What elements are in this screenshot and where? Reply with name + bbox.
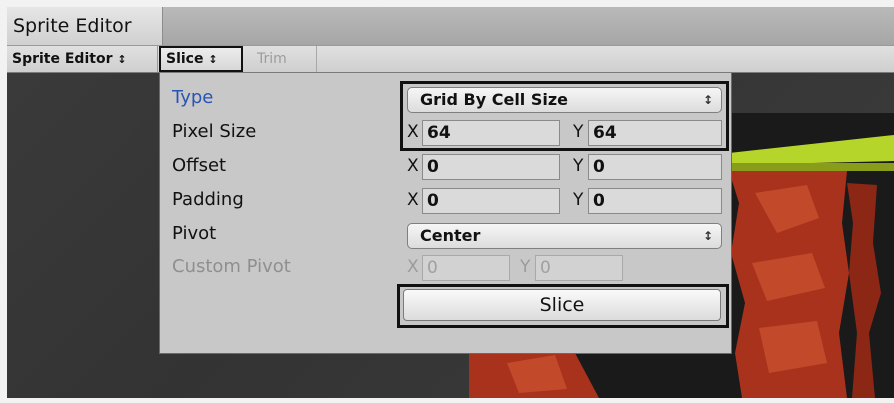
offset-y-field[interactable]: 0 [588,154,722,180]
padding-x-axis: X [407,190,419,210]
mode-dropdown-label: Sprite Editor [12,51,113,67]
window-title-tab[interactable]: Sprite Editor [7,7,163,45]
padding-y-field[interactable]: 0 [588,188,722,214]
custom-pivot-y-field: 0 [535,255,623,281]
editor-toolbar: Sprite Editor ↕ Slice ↕ Trim [7,45,894,73]
custom-pivot-x-axis: X [407,257,419,277]
slice-button-highlight [397,284,729,328]
offset-x-field[interactable]: 0 [422,154,560,180]
type-label: Type [172,87,214,108]
pivot-dropdown-value: Center [420,226,481,245]
type-pixel-size-highlight [400,81,729,151]
slice-options-panel: Type Grid By Cell Size ↕ Pixel Size X 64… [159,73,732,354]
padding-x-field[interactable]: 0 [422,188,560,214]
offset-label: Offset [172,155,227,176]
padding-y-axis: Y [573,190,584,210]
pivot-label: Pivot [172,223,217,244]
chevron-updown-icon: ↕ [208,53,218,66]
offset-y-axis: Y [573,156,584,176]
slice-toolbar-button[interactable]: Slice ↕ [159,46,243,72]
sprite-editor-window: Sprite Editor Sprite Editor ↕ Slice ↕ Tr… [7,7,894,398]
custom-pivot-x-field: 0 [422,255,510,281]
chevron-updown-icon: ↕ [117,53,127,66]
window-titlebar: Sprite Editor [7,7,894,45]
pixel-size-label: Pixel Size [172,121,257,142]
pivot-dropdown[interactable]: Center ↕ [407,223,722,249]
trim-toolbar-button[interactable]: Trim [243,46,317,72]
custom-pivot-label: Custom Pivot [172,256,291,277]
custom-pivot-y-axis: Y [520,257,531,277]
mode-dropdown[interactable]: Sprite Editor ↕ [7,46,158,72]
offset-x-axis: X [407,156,419,176]
slice-toolbar-label: Slice [166,51,204,67]
padding-label: Padding [172,189,244,210]
chevron-updown-icon: ↕ [702,229,713,243]
